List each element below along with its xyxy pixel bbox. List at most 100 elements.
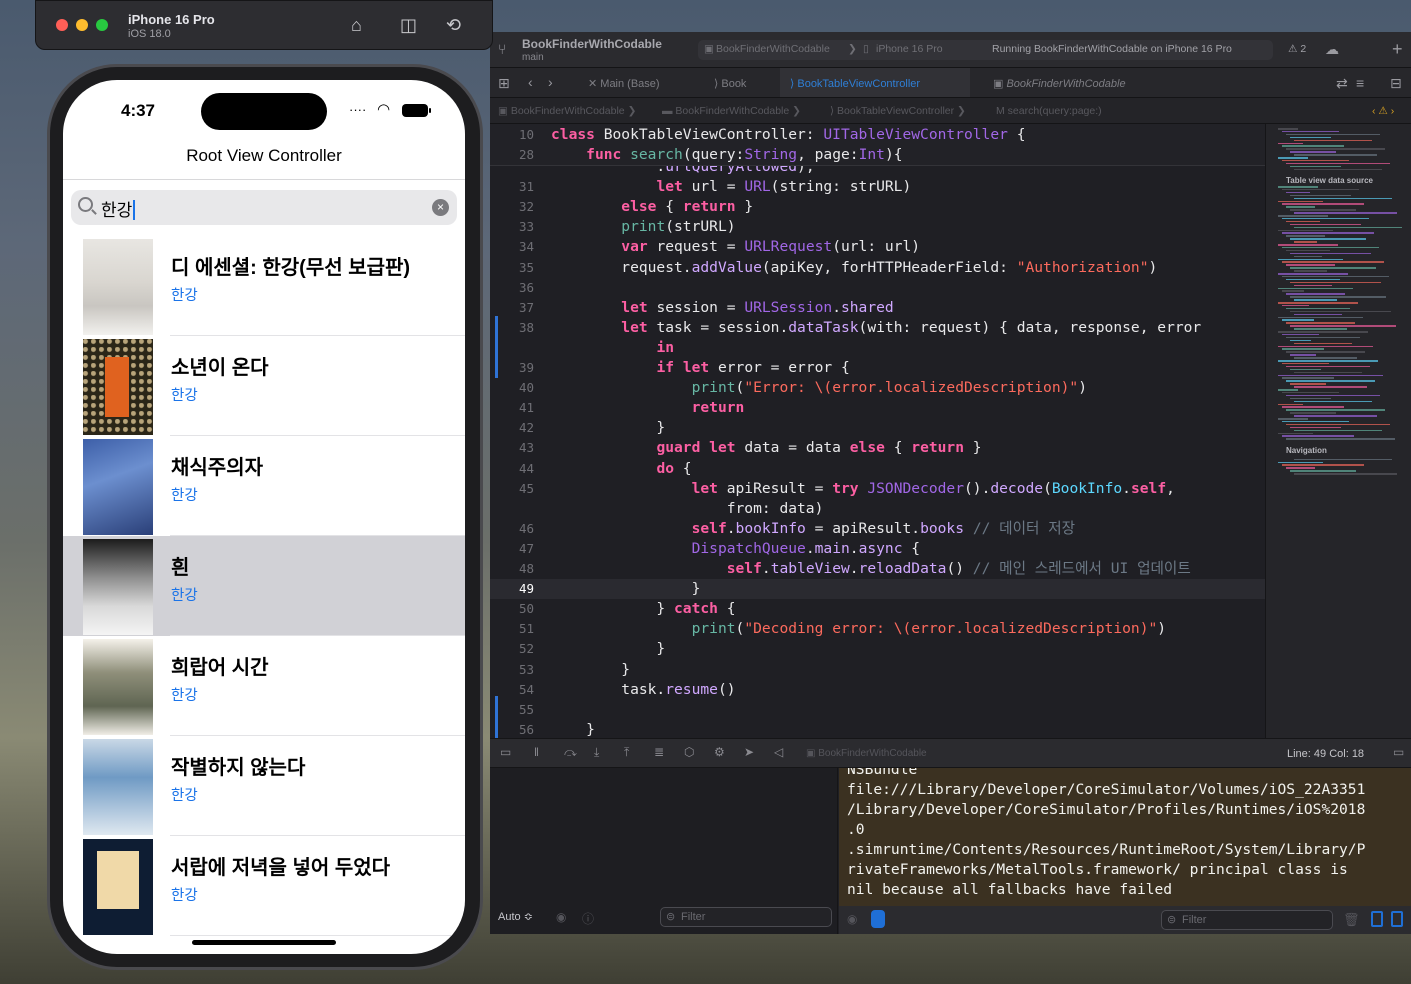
tab-bookfinderwithcodable[interactable]: ▣ BookFinderWithCodable (985, 68, 1155, 97)
line-number: 36 (518, 279, 534, 295)
code-text: var request = URLRequest(url: url) (621, 238, 921, 256)
book-row[interactable]: 디 에센셜: 한강(무선 보급판) 한강 (63, 236, 465, 336)
minimap-line (1286, 293, 1345, 295)
step-out-icon[interactable]: ⤒ (624, 745, 629, 760)
breadcrumb-method[interactable]: M search(query:page:) (996, 105, 1102, 117)
book-row[interactable]: 소년이 온다 한강 (63, 336, 465, 436)
minimap-line (1290, 426, 1341, 429)
console-filter-input[interactable]: Filter ⊜ (1161, 910, 1333, 930)
zoom-window-button[interactable] (96, 19, 108, 31)
issue-navigator-icon[interactable]: ‹ ⚠ › (1372, 105, 1394, 117)
split-editor-icon[interactable]: ⊟ (1390, 75, 1402, 92)
search-bar[interactable]: 한강 × (71, 190, 457, 225)
step-into-icon[interactable]: ⤓ (594, 745, 599, 760)
code-line[interactable]: 42 } (490, 418, 1265, 438)
code-line[interactable]: 32 else { return } (490, 197, 1265, 217)
environment-icon[interactable]: ⚙ (714, 745, 725, 759)
pause-icon[interactable]: ‖ (534, 745, 539, 759)
view-hierarchy-icon[interactable]: ≣ (654, 745, 664, 759)
book-row[interactable]: 흰 한강 (63, 536, 465, 636)
location-icon[interactable]: ➤ (744, 745, 754, 759)
home-indicator[interactable] (192, 940, 336, 945)
screenshot-icon[interactable]: ◫ (400, 15, 417, 36)
back-icon[interactable]: ‹ (528, 74, 533, 90)
variables-filter-input[interactable]: Filter ⊜ (660, 907, 832, 927)
code-line[interactable]: 34 var request = URLRequest(url: url) (490, 237, 1265, 257)
close-window-button[interactable] (56, 19, 68, 31)
debug-target[interactable]: ▣ BookFinderWithCodable (806, 748, 927, 759)
eye-icon[interactable]: ◉ (847, 912, 857, 926)
add-icon[interactable]: + (1392, 39, 1403, 60)
code-line[interactable]: 48 self.tableView.reloadData() // 메인 스레드… (490, 559, 1265, 579)
console-output[interactable]: NSBundle file:///Library/Developer/CoreSi… (839, 768, 1411, 906)
code-line[interactable]: 51 print("Decoding error: \(error.locali… (490, 619, 1265, 639)
search-input[interactable]: 한강 (101, 196, 136, 221)
minimize-window-button[interactable] (76, 19, 88, 31)
code-line[interactable]: in (490, 338, 1265, 358)
code-line[interactable]: 46 self.bookInfo = apiResult.books // 데이… (490, 519, 1265, 539)
code-line[interactable]: 39 if let error = error { (490, 358, 1265, 378)
right-panel-icon[interactable] (1391, 911, 1403, 927)
rotate-icon[interactable]: ⟲ (446, 15, 461, 36)
trash-icon[interactable]: 🗑 (1343, 912, 1360, 928)
tab-booktableviewcontroller[interactable]: ⟩ BookTableViewController (780, 68, 970, 97)
activity-view[interactable]: ▣ BookFinderWithCodable ❯ ▯ iPhone 16 Pr… (698, 40, 1273, 60)
variables-scope-selector[interactable]: Auto ≎ (498, 910, 533, 923)
code-line[interactable]: 41 return (490, 398, 1265, 418)
code-line[interactable]: 44 do { (490, 459, 1265, 479)
code-line[interactable]: 36 (490, 278, 1265, 298)
code-line[interactable]: 49 } (490, 579, 1265, 600)
cloud-icon[interactable]: ☁ (1325, 41, 1339, 58)
home-icon[interactable]: ⌂ (351, 15, 362, 36)
code-line[interactable]: 37 let session = URLSession.shared (490, 298, 1265, 318)
book-row[interactable]: 채식주의자 한강 (63, 436, 465, 536)
code-line[interactable]: 35 request.addValue(apiKey, forHTTPHeade… (490, 258, 1265, 278)
code-line[interactable]: 54 task.resume() (490, 680, 1265, 700)
code-editor[interactable]: .urlQueryAllowed), 31 let url = URL(strin… (490, 124, 1265, 738)
minimap-line (1290, 470, 1356, 472)
code-line[interactable]: 33 print(strURL) (490, 217, 1265, 237)
minimap-line (1290, 296, 1386, 298)
code-line[interactable]: 10 class BookTableViewController: UITable… (490, 125, 1265, 145)
code-line[interactable]: 45 let apiResult = try JSONDecoder().dec… (490, 479, 1265, 499)
simulate-location-icon[interactable]: ◁ (774, 745, 783, 759)
editor-options-icon[interactable]: ≡ (1356, 75, 1364, 91)
code-line[interactable]: 52 } (490, 639, 1265, 659)
destination-selector[interactable]: iPhone 16 Pro (876, 43, 943, 55)
code-line[interactable]: 40 print("Error: \(error.localizedDescri… (490, 378, 1265, 398)
code-line[interactable]: 56 } (490, 720, 1265, 738)
forward-icon[interactable]: › (548, 74, 553, 90)
breadcrumb-folder[interactable]: ▬ BookFinderWithCodable ❯ (662, 105, 801, 117)
book-row[interactable]: 작별하지 않는다 한강 (63, 736, 465, 836)
left-panel-icon[interactable] (1371, 911, 1383, 927)
code-line[interactable]: 47 DispatchQueue.main.async { (490, 539, 1265, 559)
line-number: 41 (518, 400, 534, 416)
grid-icon[interactable]: ⊞ (498, 75, 510, 92)
code-line[interactable]: 53 } (490, 660, 1265, 680)
memory-graph-icon[interactable]: ⬡ (684, 745, 694, 759)
hide-debug-area-icon[interactable]: ▭ (500, 745, 511, 759)
code-line[interactable]: 31 let url = URL(string: strURL) (490, 177, 1265, 197)
eye-icon[interactable]: ◉ (556, 910, 566, 924)
tab-book[interactable]: ⟩ Book (700, 68, 780, 97)
code-line[interactable]: 55 (490, 700, 1265, 720)
refresh-icon[interactable]: ⇄ (1336, 75, 1348, 92)
console-toggle-icon[interactable] (871, 910, 885, 928)
clear-search-button[interactable]: × (432, 199, 449, 216)
panel-toggle-icon[interactable]: ▭ (1393, 745, 1404, 759)
info-icon[interactable]: ⓘ (582, 910, 594, 927)
code-line[interactable]: 38 let task = session.dataTask(with: req… (490, 318, 1265, 338)
minimap[interactable]: Table view data source Navigation (1265, 124, 1411, 738)
code-line[interactable]: 28 func search(query:String, page:Int){ (490, 145, 1265, 165)
scheme-selector[interactable]: BookFinderWithCodable (716, 43, 830, 55)
code-line[interactable]: from: data) (490, 499, 1265, 519)
breadcrumb-file[interactable]: ⟩ BookTableViewController ❯ (830, 105, 966, 117)
code-line[interactable]: 50 } catch { (490, 599, 1265, 619)
book-row[interactable]: 서랍에 저녁을 넣어 두었다 한강 (63, 836, 465, 936)
tab-main-base[interactable]: ✕ Main (Base) (580, 68, 680, 97)
book-row[interactable]: 희랍어 시간 한강 (63, 636, 465, 736)
step-over-icon[interactable]: ⤼ (564, 745, 577, 760)
breadcrumb-project[interactable]: ▣ BookFinderWithCodable ❯ (498, 105, 636, 117)
code-line[interactable]: 43 guard let data = data else { return } (490, 438, 1265, 458)
warning-indicator[interactable]: ⚠ 2 (1288, 43, 1306, 55)
